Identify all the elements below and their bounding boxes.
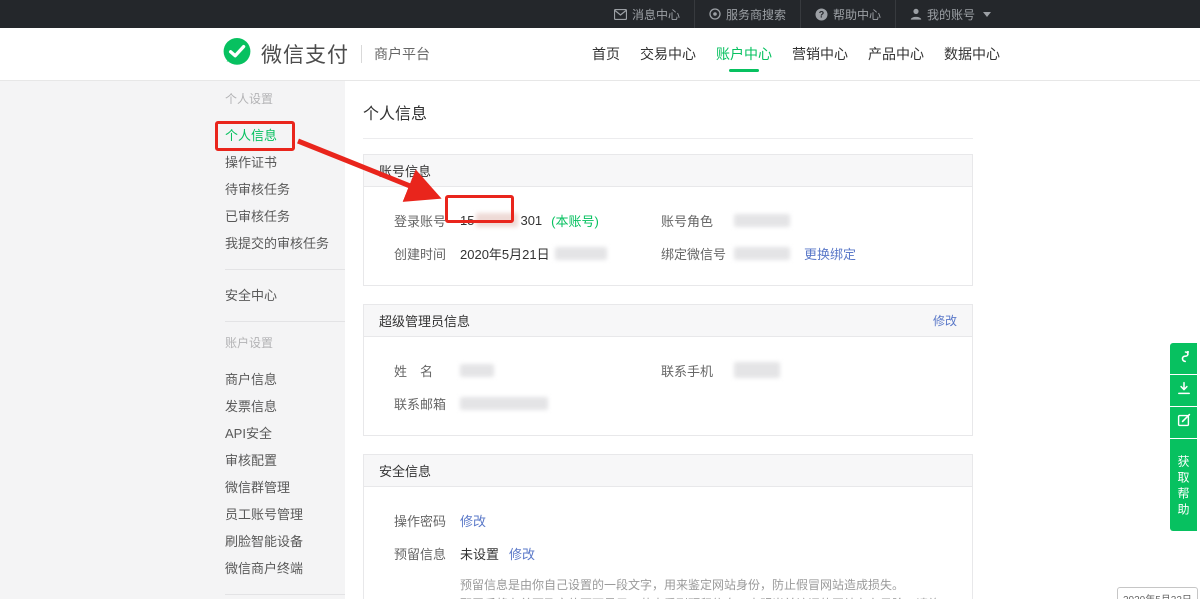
sidebar-divider [225, 269, 345, 270]
svg-text:?: ? [819, 9, 825, 19]
nav-transaction-center[interactable]: 交易中心 [640, 28, 696, 81]
platform-name: 商户平台 [374, 44, 430, 64]
top-utility-bar: 消息中心 服务商搜索 ? 帮助中心 我的账号 [0, 0, 1200, 28]
sidebar-item-review-config[interactable]: 审核配置 [225, 447, 345, 474]
created-time-value: 2020年5月21日 [460, 244, 607, 263]
reserved-info-description: 预留信息是由你自己设置的一段文字，用来鉴定网站身份，防止假冒网站造成损失。 配置… [460, 576, 942, 599]
reserved-desc-line: 配置后将在首页及充值页面显示。若未看到预留信息，表明当前访问的网站存在风险，请终… [460, 595, 942, 599]
security-info-card: 安全信息 操作密码 修改 预留信息 未设置 修改 预留 [363, 454, 973, 599]
brand[interactable]: 微信支付 商户平台 [222, 37, 430, 72]
login-account-label: 登录账号 [394, 211, 460, 230]
admin-name-label: 姓 名 [394, 361, 460, 380]
redacted-login-digits [476, 213, 518, 227]
account-info-card: 账号信息 登录账号 15 301 (本账号) 账号角色 [363, 154, 973, 286]
redacted-admin-name [460, 364, 494, 377]
change-binding-link[interactable]: 更换绑定 [804, 244, 856, 263]
sidebar-item-pending-review-tasks[interactable]: 待审核任务 [225, 176, 345, 203]
sidebar-item-operation-certificate[interactable]: 操作证书 [225, 149, 345, 176]
sidebar-divider [225, 321, 345, 322]
sidebar-divider [225, 594, 345, 595]
nav-marketing-center[interactable]: 营销中心 [792, 28, 848, 81]
feedback-button[interactable] [1170, 407, 1197, 438]
sidebar-item-my-submitted-review-tasks[interactable]: 我提交的审核任务 [225, 230, 345, 257]
redacted-account-role [734, 214, 790, 227]
primary-nav: 首页 交易中心 账户中心 营销中心 产品中心 数据中心 [592, 28, 1200, 81]
reserved-info-label: 预留信息 [394, 544, 460, 563]
sidebar-item-face-payment-device[interactable]: 刷脸智能设备 [225, 528, 345, 555]
hotline-icon [1176, 349, 1191, 369]
message-center-link[interactable]: 消息中心 [600, 0, 694, 28]
redacted-contact-phone [734, 362, 780, 378]
hotline-button[interactable] [1170, 343, 1197, 374]
sidebar: 个人设置 个人信息 操作证书 待审核任务 已审核任务 我提交的审核任务 安全中心… [225, 81, 345, 599]
sidebar-item-invoice-info[interactable]: 发票信息 [225, 393, 345, 420]
security-info-card-title: 安全信息 [379, 461, 431, 480]
download-button[interactable] [1170, 375, 1197, 406]
contact-email-label: 联系邮箱 [394, 394, 460, 413]
sidebar-item-personal-info[interactable]: 个人信息 [225, 122, 345, 149]
account-role-label: 账号角色 [661, 211, 734, 230]
mail-icon [614, 9, 627, 20]
bound-wechat-label: 绑定微信号 [661, 244, 734, 263]
sidebar-item-wechat-group-management[interactable]: 微信群管理 [225, 474, 345, 501]
my-account-menu[interactable]: 我的账号 [895, 0, 1005, 28]
redacted-created-detail [555, 247, 607, 260]
wechat-pay-logo-icon [222, 37, 252, 72]
page-title: 个人信息 [363, 81, 973, 139]
nav-account-center[interactable]: 账户中心 [716, 28, 772, 81]
search-icon [709, 8, 721, 20]
edit-reserved-info-link[interactable]: 修改 [509, 544, 535, 563]
reserved-desc-line: 预留信息是由你自己设置的一段文字，用来鉴定网站身份，防止假冒网站造成损失。 [460, 576, 942, 595]
message-center-label: 消息中心 [632, 6, 680, 23]
sidebar-item-merchant-info[interactable]: 商户信息 [225, 366, 345, 393]
reserved-info-status: 未设置 [460, 544, 499, 563]
created-time-label: 创建时间 [394, 244, 460, 263]
operation-password-label: 操作密码 [394, 511, 460, 530]
contact-phone-label: 联系手机 [661, 361, 734, 380]
brand-separator [361, 45, 362, 63]
main-header: 微信支付 商户平台 首页 交易中心 账户中心 营销中心 产品中心 数据中心 [0, 28, 1200, 81]
service-provider-search-label: 服务商搜索 [726, 6, 786, 23]
chevron-down-icon [983, 12, 991, 17]
redacted-contact-email [460, 397, 548, 410]
redacted-wechat-id [734, 247, 790, 260]
sidebar-item-reviewed-tasks[interactable]: 已审核任务 [225, 203, 345, 230]
account-info-card-title: 账号信息 [379, 161, 431, 180]
nav-data-center[interactable]: 数据中心 [944, 28, 1000, 81]
my-account-label: 我的账号 [927, 6, 975, 23]
help-icon: ? [815, 8, 828, 21]
current-account-tag: (本账号) [551, 211, 599, 230]
help-center-label: 帮助中心 [833, 6, 881, 23]
floating-help-panel: 获取帮助 [1170, 343, 1197, 531]
sidebar-item-api-security[interactable]: API安全 [225, 420, 345, 447]
main-content: 个人信息 账号信息 登录账号 15 301 (本账号) [363, 81, 973, 599]
sidebar-item-wechat-merchant-terminal[interactable]: 微信商户终端 [225, 555, 345, 582]
get-help-button[interactable]: 获取帮助 [1170, 439, 1197, 531]
sidebar-section-personal-settings: 个人设置 [225, 90, 345, 108]
brand-name: 微信支付 [261, 39, 349, 69]
download-icon [1177, 381, 1191, 400]
page-body: 个人设置 个人信息 操作证书 待审核任务 已审核任务 我提交的审核任务 安全中心… [0, 81, 1200, 599]
edit-admin-link[interactable]: 修改 [933, 312, 957, 329]
super-admin-card-title: 超级管理员信息 [379, 311, 470, 330]
login-account-value: 15 301 (本账号) [460, 211, 599, 230]
super-admin-card: 超级管理员信息 修改 姓 名 联系手机 联系邮箱 [363, 304, 973, 436]
sidebar-item-security-center[interactable]: 安全中心 [225, 282, 345, 309]
edit-password-link[interactable]: 修改 [460, 511, 486, 530]
sidebar-section-account-settings: 账户设置 [225, 334, 345, 352]
sidebar-item-staff-account-management[interactable]: 员工账号管理 [225, 501, 345, 528]
feedback-icon [1177, 413, 1191, 432]
help-center-link[interactable]: ? 帮助中心 [800, 0, 895, 28]
service-provider-search-link[interactable]: 服务商搜索 [694, 0, 800, 28]
nav-product-center[interactable]: 产品中心 [868, 28, 924, 81]
date-tooltip: 2020年5月22日 [1117, 587, 1198, 599]
user-icon [910, 8, 922, 20]
nav-home[interactable]: 首页 [592, 28, 620, 81]
